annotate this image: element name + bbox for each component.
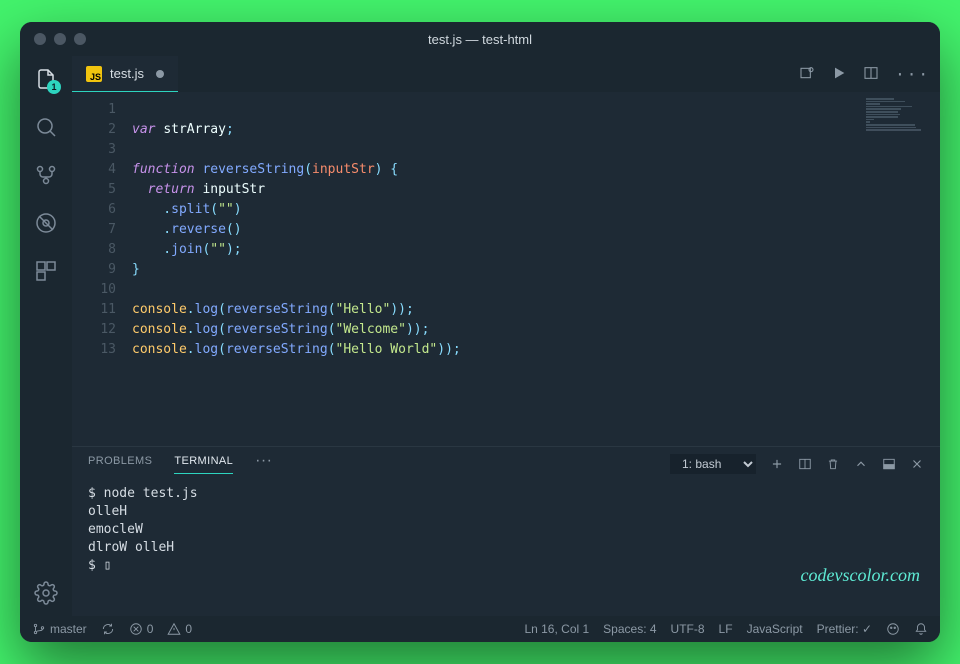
- git-branch-item[interactable]: master: [32, 622, 87, 636]
- run-icon[interactable]: [831, 65, 847, 84]
- more-actions-icon[interactable]: ···: [895, 65, 930, 84]
- errors-item[interactable]: 0: [129, 622, 154, 636]
- dirty-indicator-icon: [156, 70, 164, 78]
- prettier-status[interactable]: Prettier: ✓: [817, 622, 872, 636]
- minimap[interactable]: [866, 98, 936, 148]
- kill-terminal-icon[interactable]: [826, 457, 840, 471]
- line-number: 11: [72, 300, 116, 320]
- line-number: 1: [72, 100, 116, 120]
- source-control-icon[interactable]: [33, 162, 59, 188]
- line-number: 9: [72, 260, 116, 280]
- editor-container: 1 2 3 4 5 6 7 8 9 10 11 12 13 var: [72, 92, 940, 616]
- split-editor-icon[interactable]: [863, 65, 879, 84]
- line-number: 10: [72, 280, 116, 300]
- split-terminal-icon[interactable]: [798, 457, 812, 471]
- js-file-icon: JS: [86, 66, 102, 82]
- line-number: 8: [72, 240, 116, 260]
- watermark: codevscolor.com: [801, 565, 920, 586]
- maximize-panel-icon[interactable]: [854, 457, 868, 471]
- open-changes-icon[interactable]: [799, 65, 815, 84]
- main-area: 1 JS test.js: [20, 56, 940, 616]
- panel-tab-bar: PROBLEMS TERMINAL ··· 1: bash: [72, 447, 940, 481]
- feedback-icon[interactable]: [886, 622, 900, 636]
- window-title: test.js — test-html: [20, 32, 940, 47]
- new-terminal-icon[interactable]: [770, 457, 784, 471]
- extensions-icon[interactable]: [33, 258, 59, 284]
- line-number: 13: [72, 340, 116, 360]
- bottom-panel: PROBLEMS TERMINAL ··· 1: bash: [72, 446, 940, 616]
- search-icon[interactable]: [33, 114, 59, 140]
- line-gutter: 1 2 3 4 5 6 7 8 9 10 11 12 13: [72, 92, 132, 446]
- code-content[interactable]: var strArray; function reverseString(inp…: [132, 92, 940, 446]
- terminal-output[interactable]: $ node test.jsolleHemocleWdlroW olleH$ ▯: [72, 481, 940, 616]
- close-panel-icon[interactable]: [910, 457, 924, 471]
- language-status[interactable]: JavaScript: [747, 622, 803, 636]
- line-number: 4: [72, 160, 116, 180]
- line-number: 12: [72, 320, 116, 340]
- explorer-badge: 1: [47, 80, 61, 94]
- code-editor[interactable]: 1 2 3 4 5 6 7 8 9 10 11 12 13 var: [72, 92, 940, 446]
- warnings-item[interactable]: 0: [167, 622, 192, 636]
- editor-area: JS test.js ··· 1 2 3 4: [72, 56, 940, 616]
- status-bar: master 0 0 Ln 16, Col 1 Spaces: 4 UTF-8 …: [20, 616, 940, 642]
- settings-icon[interactable]: [33, 580, 59, 606]
- titlebar: test.js — test-html: [20, 22, 940, 56]
- toggle-panel-icon[interactable]: [882, 457, 896, 471]
- encoding-status[interactable]: UTF-8: [671, 622, 705, 636]
- explorer-icon[interactable]: 1: [33, 66, 59, 92]
- line-number: 7: [72, 220, 116, 240]
- notifications-icon[interactable]: [914, 622, 928, 636]
- terminal-shell-select[interactable]: 1: bash: [670, 454, 756, 474]
- activity-bar: 1: [20, 56, 72, 616]
- panel-more-tabs-icon[interactable]: ···: [255, 452, 272, 476]
- line-number: 5: [72, 180, 116, 200]
- editor-toolbar: ···: [799, 65, 930, 84]
- debug-icon[interactable]: [33, 210, 59, 236]
- cursor-position[interactable]: Ln 16, Col 1: [524, 622, 589, 636]
- editor-window: test.js — test-html 1: [20, 22, 940, 642]
- tab-test-js[interactable]: JS test.js: [72, 56, 178, 92]
- line-number: 2: [72, 120, 116, 140]
- eol-status[interactable]: LF: [719, 622, 733, 636]
- line-number: 6: [72, 200, 116, 220]
- sync-icon[interactable]: [101, 622, 115, 636]
- terminal-tab[interactable]: TERMINAL: [174, 455, 233, 474]
- problems-tab[interactable]: PROBLEMS: [88, 455, 152, 473]
- line-number: 3: [72, 140, 116, 160]
- indent-status[interactable]: Spaces: 4: [603, 622, 656, 636]
- tab-label: test.js: [110, 66, 144, 81]
- tab-bar: JS test.js ···: [72, 56, 940, 92]
